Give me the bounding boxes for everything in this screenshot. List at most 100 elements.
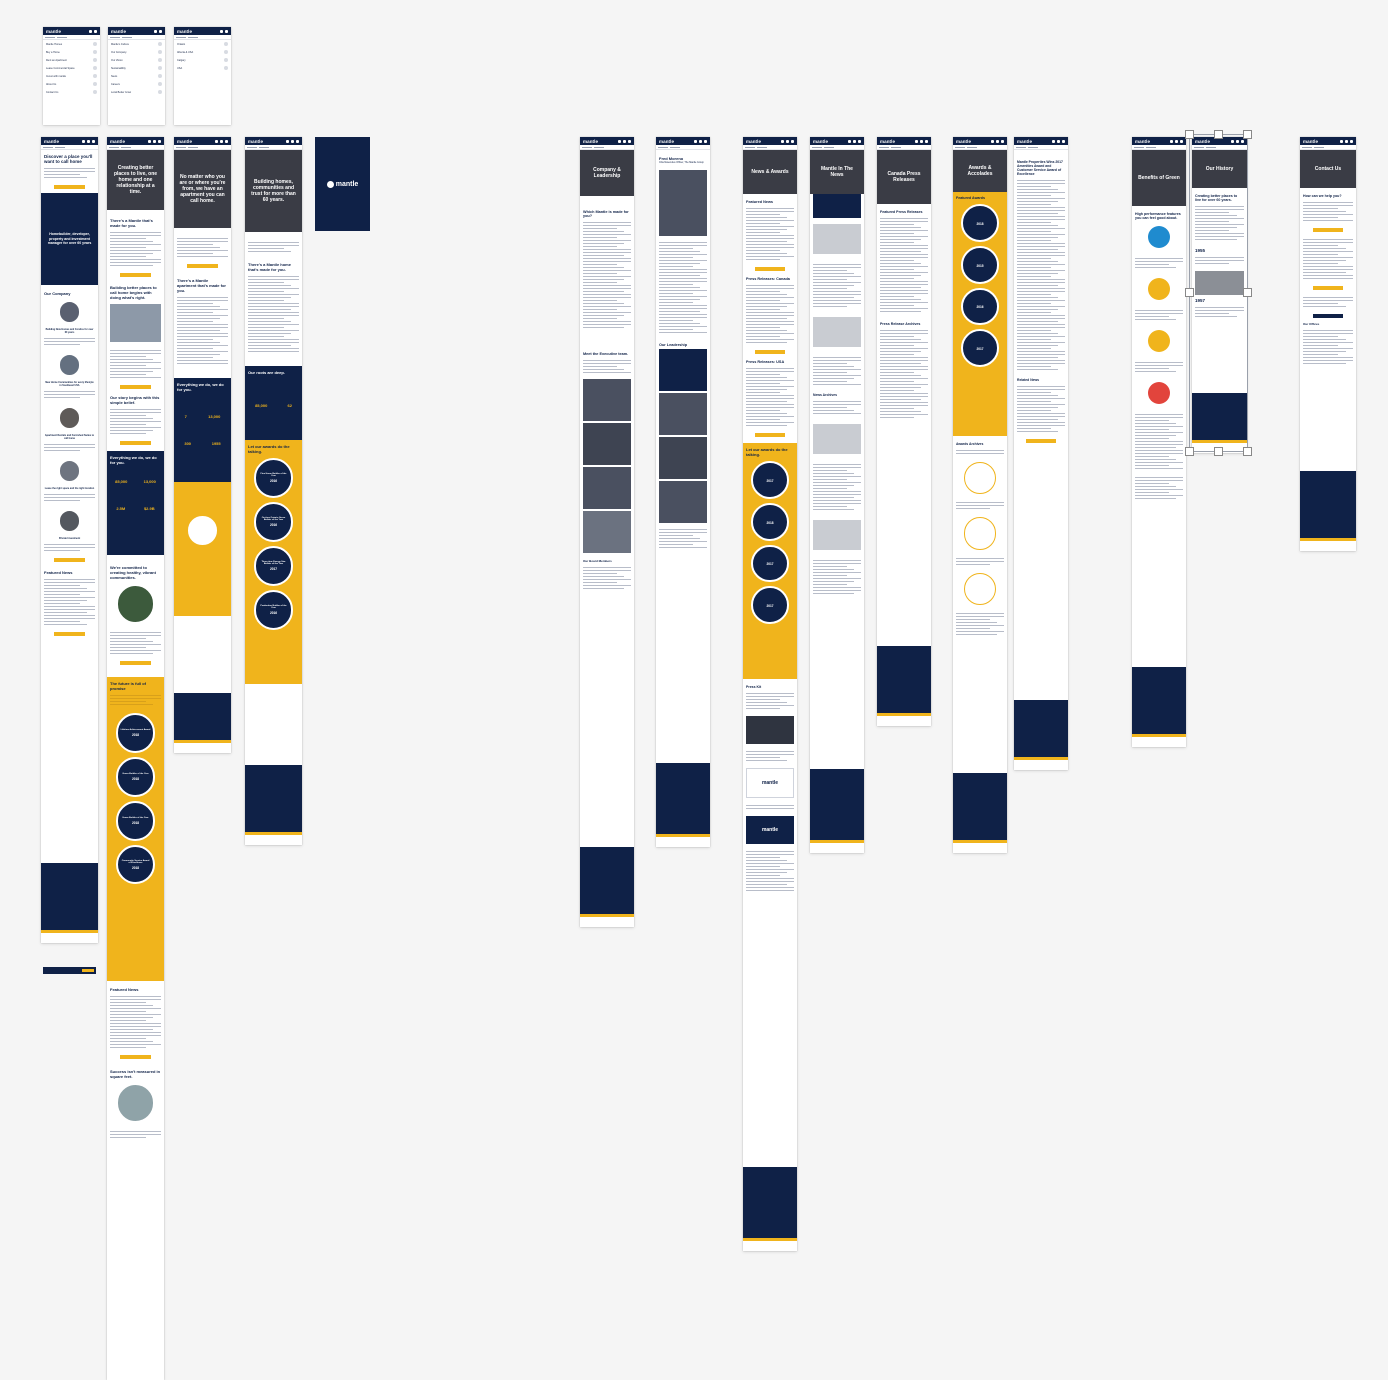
menu-item-label: Invest with mantle xyxy=(46,74,67,78)
resize-handle[interactable] xyxy=(1214,130,1223,139)
menu-item[interactable]: Invest with mantle xyxy=(43,72,100,80)
view-all-news-button[interactable] xyxy=(119,1054,152,1059)
nav-icons[interactable] xyxy=(618,139,631,143)
search-bar-component[interactable] xyxy=(43,967,96,974)
menu-item-label: Careers xyxy=(111,82,120,86)
nav-icons[interactable] xyxy=(82,139,95,143)
nav-icons[interactable] xyxy=(1340,139,1353,143)
nav-icons[interactable] xyxy=(148,139,161,143)
menu-item[interactable]: Our Company xyxy=(108,48,165,56)
awards-panel xyxy=(174,482,231,616)
send-message-button[interactable] xyxy=(1312,286,1344,290)
article-thumbnail[interactable] xyxy=(813,224,861,254)
leader-portrait[interactable] xyxy=(659,349,707,391)
menu-item[interactable]: Buy a Home xyxy=(43,48,100,56)
news-hero: News & Awards xyxy=(743,150,797,194)
resize-handle[interactable] xyxy=(1185,288,1194,297)
nav-icons[interactable] xyxy=(1052,139,1065,143)
menu-item[interactable]: Calgary xyxy=(174,56,231,64)
view-all-news-button[interactable] xyxy=(53,631,86,636)
mobile-nav-bar: mantle xyxy=(1300,137,1356,145)
article-thumbnail[interactable] xyxy=(813,317,861,347)
menu-item[interactable]: Sustainability xyxy=(108,64,165,72)
nav-icons[interactable] xyxy=(220,29,228,33)
leader-portrait[interactable] xyxy=(659,437,707,479)
resize-handle[interactable] xyxy=(1243,447,1252,456)
nav-icons[interactable] xyxy=(694,139,707,143)
menu-item[interactable]: News xyxy=(108,72,165,80)
footer xyxy=(174,693,231,753)
nav-icons[interactable] xyxy=(991,139,1004,143)
menu-item[interactable]: Ontario xyxy=(174,40,231,48)
award-badge: Fine Home Builder of the Year 2016 xyxy=(253,458,294,498)
executive-portrait[interactable] xyxy=(583,379,631,421)
submit-inquiry-button[interactable] xyxy=(1312,228,1344,232)
brand-logo: mantle xyxy=(110,138,126,144)
menu-item[interactable]: Careers xyxy=(108,80,165,88)
home-headline: Discover a place you'll want to call hom… xyxy=(44,154,93,164)
interior-photo xyxy=(115,1082,156,1123)
executive-portrait[interactable] xyxy=(583,511,631,553)
resize-handle[interactable] xyxy=(1243,130,1252,139)
filter-dropdown[interactable] xyxy=(813,194,861,218)
cta-button-3[interactable] xyxy=(119,441,152,445)
footer xyxy=(877,646,931,726)
logo-download-dark[interactable]: mantle xyxy=(746,816,794,844)
menu-item[interactable]: Mantle Homes xyxy=(43,40,100,48)
view-all-button[interactable] xyxy=(755,267,785,271)
nav-icons[interactable] xyxy=(286,139,299,143)
view-all-button[interactable] xyxy=(1026,439,1056,443)
resize-handle[interactable] xyxy=(1185,447,1194,456)
menu-item[interactable]: Lease Commercial Space xyxy=(43,64,100,72)
chevron-icon xyxy=(93,58,97,62)
logo-download-light[interactable]: mantle xyxy=(746,768,794,798)
nav-icons[interactable] xyxy=(215,139,228,143)
cta-button[interactable] xyxy=(186,264,219,268)
award-badge: Community Service Award of Excellence 201… xyxy=(115,844,156,885)
green-screen: mantle Benefits of Green High performanc… xyxy=(1132,137,1186,747)
executive-portrait[interactable] xyxy=(583,467,631,509)
nav-icons[interactable] xyxy=(1170,139,1183,143)
nav-icons[interactable] xyxy=(89,29,97,33)
menu-item[interactable]: Our Vision xyxy=(108,56,165,64)
chevron-icon xyxy=(158,58,162,62)
menu-item[interactable]: Mantle's Culture xyxy=(108,40,165,48)
menu-item-label: Sustainability xyxy=(111,66,126,70)
cta-button-1[interactable] xyxy=(119,273,152,277)
menu-list: Mantle's Culture Our Company Our Vision Sus… xyxy=(108,40,165,96)
article-thumbnail[interactable] xyxy=(813,424,861,454)
press-kit-video[interactable] xyxy=(746,716,794,744)
view-all-canada-button[interactable] xyxy=(755,350,785,354)
home-promo-video[interactable]: Homebuilder, developer, property and inv… xyxy=(41,193,98,285)
search-button[interactable] xyxy=(53,185,86,189)
nav-icons[interactable] xyxy=(848,139,861,143)
menu-item[interactable]: Contact Us xyxy=(43,88,100,96)
footer xyxy=(743,1167,797,1251)
nav-icons[interactable] xyxy=(915,139,928,143)
nav-icons[interactable] xyxy=(154,29,162,33)
menu-item[interactable]: USA xyxy=(174,64,231,72)
menu-item[interactable]: About Us xyxy=(43,80,100,88)
menu-item-label: Our Company xyxy=(111,50,127,54)
resize-handle[interactable] xyxy=(1214,447,1223,456)
executive-portrait[interactable] xyxy=(583,423,631,465)
view-all-usa-button[interactable] xyxy=(755,433,785,437)
menu-item[interactable]: Rent an Apartment xyxy=(43,56,100,64)
resize-handle[interactable] xyxy=(1243,288,1252,297)
nav-icons[interactable] xyxy=(781,139,794,143)
company-photo-1 xyxy=(57,300,82,324)
cta-button[interactable] xyxy=(1312,314,1344,318)
contact-button[interactable] xyxy=(53,557,86,562)
cta-button-2[interactable] xyxy=(119,385,152,389)
cta-button-4[interactable] xyxy=(119,660,152,665)
article-thumbnail[interactable] xyxy=(813,520,861,550)
section-heading-1: There's a Mantle that's made for you. xyxy=(110,218,153,228)
menu-item[interactable]: Local Better Grow xyxy=(108,88,165,96)
leader-portrait[interactable] xyxy=(659,481,707,523)
menu-item[interactable]: Alberta & USA xyxy=(174,48,231,56)
brand-logo: mantle xyxy=(177,138,193,144)
leader-portrait[interactable] xyxy=(659,393,707,435)
logo-text: mantle xyxy=(761,827,779,833)
footer xyxy=(245,765,302,845)
resize-handle[interactable] xyxy=(1185,130,1194,139)
